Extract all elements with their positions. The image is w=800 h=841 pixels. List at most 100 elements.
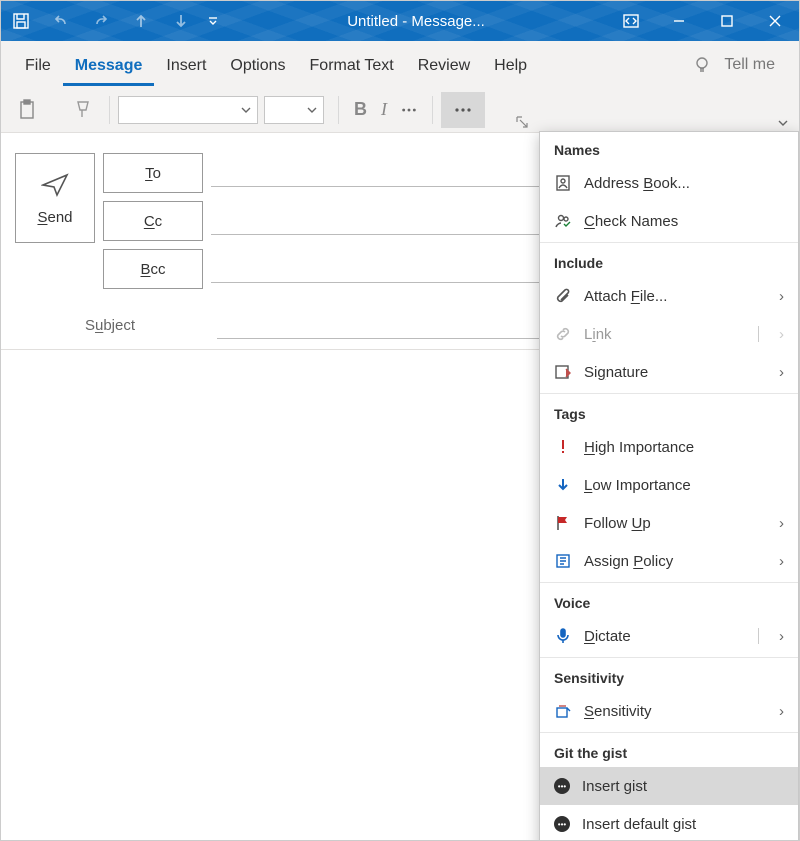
send-button[interactable]: Send <box>15 153 95 243</box>
menu-label: Insert gist <box>582 778 784 795</box>
signature-icon <box>554 363 572 381</box>
address-book-icon <box>554 174 572 192</box>
chevron-right-icon: › <box>779 364 784 381</box>
menu-label: Sensitivity <box>584 703 767 720</box>
lightbulb-icon <box>692 55 712 75</box>
window-controls <box>607 1 799 41</box>
italic-button[interactable]: I <box>374 94 394 126</box>
menu-address-book[interactable]: Address Book... <box>540 164 798 202</box>
dictate-icon <box>554 627 572 645</box>
menu-label: Check Names <box>584 213 784 230</box>
high-importance-icon <box>554 438 572 456</box>
bold-button[interactable]: B <box>347 94 374 126</box>
gist-icon: ••• <box>554 778 570 794</box>
maximize-icon[interactable] <box>703 1 751 41</box>
font-name-combo[interactable] <box>118 96 258 124</box>
assign-policy-icon <box>554 552 572 570</box>
menu-insert-default-gist[interactable]: ••• Insert default gist <box>540 805 798 841</box>
title-bar: Untitled - Message... <box>1 1 799 41</box>
menu-label: Low Importance <box>584 477 784 494</box>
section-tags: Tags <box>540 396 798 428</box>
menu-low-importance[interactable]: Low Importance <box>540 466 798 504</box>
menu-label: Attach File... <box>584 288 767 305</box>
menu-label: Signature <box>584 364 767 381</box>
section-include: Include <box>540 245 798 277</box>
overflow-menu-button[interactable] <box>441 92 485 128</box>
close-icon[interactable] <box>751 1 799 41</box>
section-sensitivity: Sensitivity <box>540 660 798 692</box>
menu-sensitivity[interactable]: Sensitivity › <box>540 692 798 730</box>
menu-label: Assign Policy <box>584 553 767 570</box>
previous-item-icon[interactable] <box>121 1 161 41</box>
gist-icon: ••• <box>554 816 570 832</box>
ribbon-tabs: File Message Insert Options Format Text … <box>1 41 799 87</box>
section-names: Names <box>540 132 798 164</box>
redo-icon[interactable] <box>81 1 121 41</box>
more-formatting-icon[interactable] <box>394 94 424 126</box>
format-painter-icon[interactable] <box>65 94 101 126</box>
tab-help[interactable]: Help <box>482 47 539 86</box>
paste-dropdown-icon[interactable] <box>45 94 59 126</box>
tell-me-search[interactable]: Tell me <box>720 50 779 80</box>
bcc-button[interactable]: Bcc <box>103 249 203 289</box>
subject-label: Subject <box>15 317 205 334</box>
customize-quick-access-icon[interactable] <box>201 1 225 41</box>
minimize-icon[interactable] <box>655 1 703 41</box>
menu-assign-policy[interactable]: Assign Policy › <box>540 542 798 580</box>
collapse-ribbon-icon[interactable] <box>777 118 789 128</box>
menu-label: High Importance <box>584 439 784 456</box>
menu-dictate[interactable]: Dictate › <box>540 617 798 655</box>
quick-access-toolbar <box>1 1 225 41</box>
menu-label: Address Book... <box>584 175 784 192</box>
menu-label: Link <box>584 326 737 343</box>
paste-icon[interactable] <box>11 94 45 126</box>
window-title: Untitled - Message... <box>225 13 607 30</box>
chevron-right-icon: › <box>779 326 784 343</box>
send-label: Send <box>37 209 72 226</box>
to-button[interactable]: To <box>103 153 203 193</box>
sensitivity-icon <box>554 702 572 720</box>
tab-review[interactable]: Review <box>406 47 482 86</box>
tab-options[interactable]: Options <box>218 47 297 86</box>
menu-high-importance[interactable]: High Importance <box>540 428 798 466</box>
tab-format-text[interactable]: Format Text <box>298 47 406 86</box>
recipient-buttons: To Cc Bcc <box>103 153 203 297</box>
tab-insert[interactable]: Insert <box>154 47 218 86</box>
ribbon-controls: B I <box>1 87 799 133</box>
follow-up-icon <box>554 514 572 532</box>
chevron-right-icon: › <box>779 288 784 305</box>
attach-file-icon <box>554 287 572 305</box>
ribbon-overflow-menu: Names Address Book... Check Names Includ… <box>539 131 799 841</box>
section-voice: Voice <box>540 585 798 617</box>
menu-label: Follow Up <box>584 515 767 532</box>
send-icon <box>41 171 69 199</box>
reading-mode-icon[interactable] <box>607 1 655 41</box>
chevron-down-icon <box>307 106 317 114</box>
font-size-combo[interactable] <box>264 96 324 124</box>
low-importance-icon <box>554 476 572 494</box>
menu-label: Dictate <box>584 628 737 645</box>
chevron-right-icon: › <box>779 703 784 720</box>
menu-signature[interactable]: Signature › <box>540 353 798 391</box>
chevron-down-icon <box>241 106 251 114</box>
menu-follow-up[interactable]: Follow Up › <box>540 504 798 542</box>
menu-attach-file[interactable]: Attach File... › <box>540 277 798 315</box>
chevron-right-icon: › <box>779 553 784 570</box>
save-icon[interactable] <box>1 1 41 41</box>
dialog-launcher-icon[interactable] <box>516 116 528 128</box>
check-names-icon <box>554 212 572 230</box>
next-item-icon[interactable] <box>161 1 201 41</box>
menu-check-names[interactable]: Check Names <box>540 202 798 240</box>
cc-button[interactable]: Cc <box>103 201 203 241</box>
tab-message[interactable]: Message <box>63 47 155 86</box>
chevron-right-icon: › <box>779 515 784 532</box>
link-icon <box>554 325 572 343</box>
chevron-right-icon: › <box>779 628 784 645</box>
section-gist: Git the gist <box>540 735 798 767</box>
undo-icon[interactable] <box>41 1 81 41</box>
compose-window: Untitled - Message... File Message Inser… <box>0 0 800 841</box>
menu-label: Insert default gist <box>582 816 784 833</box>
menu-insert-gist[interactable]: ••• Insert gist <box>540 767 798 805</box>
menu-link: Link › <box>540 315 798 353</box>
tab-file[interactable]: File <box>13 47 63 86</box>
